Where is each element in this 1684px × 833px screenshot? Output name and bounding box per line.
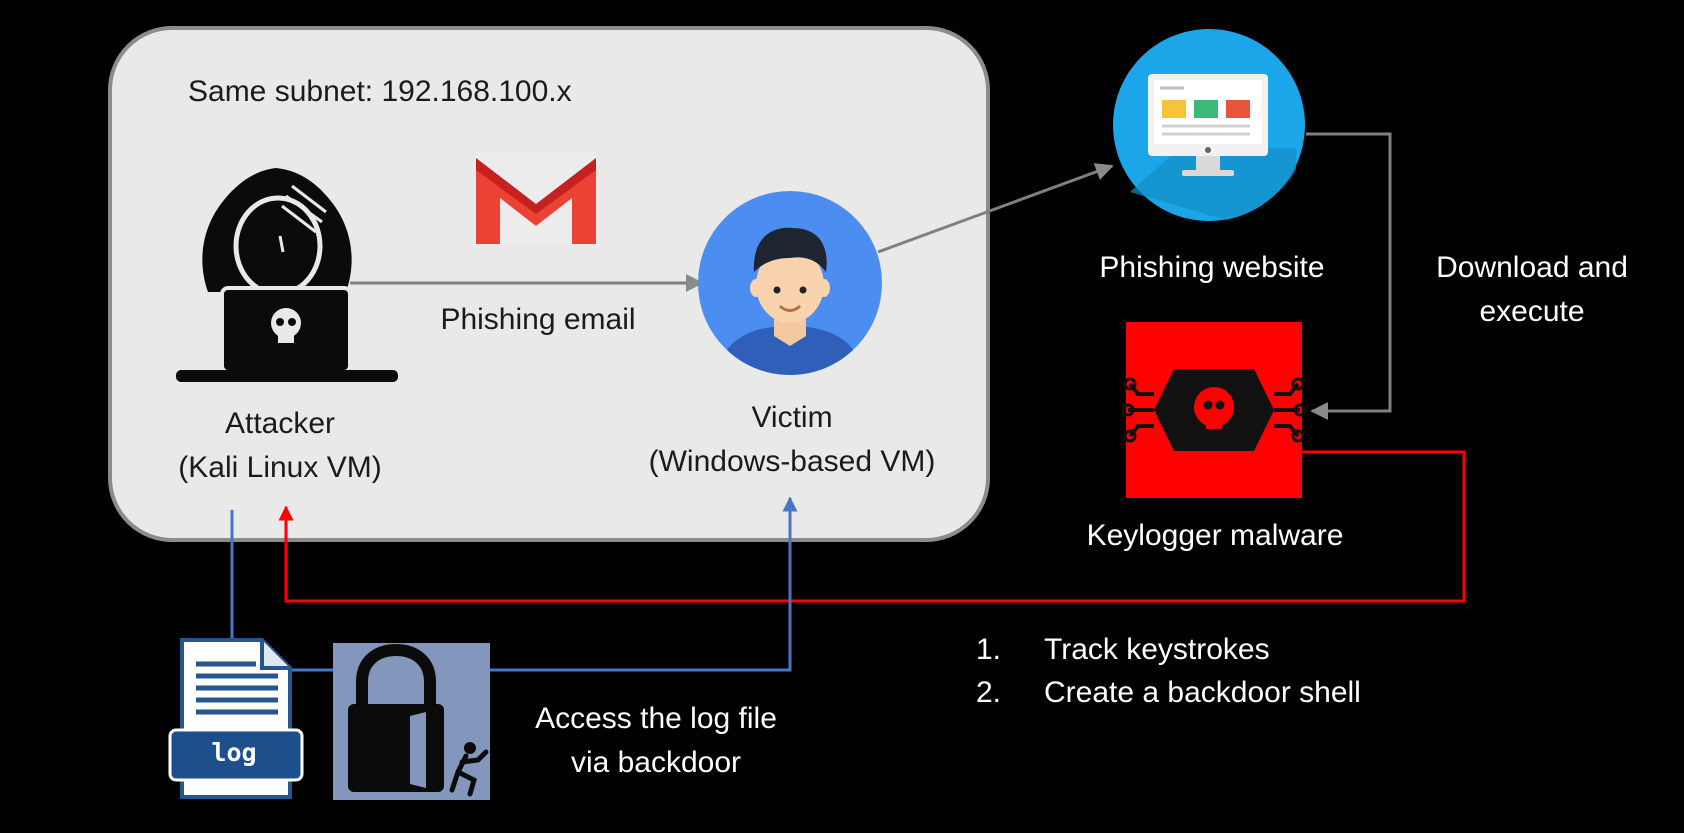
step-number: 2. — [976, 676, 1002, 709]
malware-steps-list: 1. Track keystrokes 2. Create a backdoor… — [976, 628, 1361, 714]
step-text: Create a backdoor shell — [1044, 676, 1361, 709]
gmail-icon — [474, 152, 598, 244]
padlock-backdoor-icon — [333, 643, 490, 800]
backdoor-line-1: Access the log file — [535, 702, 777, 735]
attacker-label: Attacker (Kali Linux VM) — [140, 402, 420, 489]
step-text: Track keystrokes — [1044, 633, 1270, 666]
backdoor-access-label: Access the log file via backdoor — [506, 697, 806, 784]
step-number: 1. — [976, 633, 1002, 666]
backdoor-line-2: via backdoor — [570, 745, 742, 779]
victim-name: Victim — [751, 401, 833, 434]
phishing-email-label: Phishing email — [440, 303, 636, 336]
attacker-name: Attacker — [224, 407, 336, 440]
phishing-website-label: Phishing website — [1099, 251, 1325, 284]
download-execute-label: Download and execute — [1400, 246, 1664, 333]
website-monitor-icon — [1113, 29, 1305, 221]
log-file-tag: log — [211, 738, 257, 767]
attacker-detail: (Kali Linux VM) — [178, 450, 382, 484]
victim-detail: (Windows-based VM) — [648, 444, 936, 478]
subnet-label: Same subnet: 192.168.100.x — [188, 75, 572, 108]
download-line-2: execute — [1479, 294, 1585, 328]
step-item: 2. Create a backdoor shell — [976, 671, 1361, 714]
malware-skull-chip-icon — [1121, 322, 1307, 498]
download-line-1: Download and — [1436, 251, 1628, 284]
step-item: 1. Track keystrokes — [976, 628, 1361, 671]
log-file-icon — [168, 638, 304, 799]
keylogger-malware-label: Keylogger malware — [1086, 519, 1344, 552]
victim-label: Victim (Windows-based VM) — [602, 396, 982, 483]
